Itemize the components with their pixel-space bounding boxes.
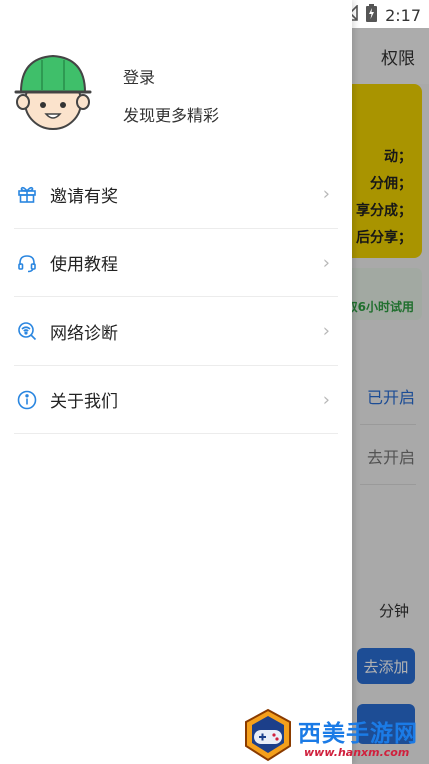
status-time: 2:17	[385, 5, 421, 25]
headset-icon	[16, 252, 38, 274]
menu-label: 使用教程	[50, 255, 118, 276]
drawer-menu: 邀请有奖 › 使用教程 › 网络诊断 › 关于我们 ›	[0, 160, 352, 434]
gamepad-logo-icon	[245, 708, 291, 762]
watermark-name: 西美手游网	[298, 721, 418, 747]
watermark-url: www.hanxm.com	[304, 746, 410, 759]
menu-label: 邀请有奖	[50, 186, 118, 207]
menu-item-about[interactable]: 关于我们 ›	[0, 366, 352, 435]
gift-icon	[16, 183, 38, 205]
chevron-right-icon: ›	[322, 320, 330, 342]
watermark-logo: 西美手游网 www.hanxm.com	[240, 708, 426, 762]
user-subtitle: 发现更多精彩	[123, 106, 220, 125]
login-link[interactable]: 登录	[123, 64, 155, 88]
menu-label: 关于我们	[50, 392, 118, 413]
chevron-right-icon: ›	[322, 183, 330, 205]
battery-charging-icon	[366, 4, 378, 26]
navigation-drawer: 登录 发现更多精彩 邀请有奖 › 使用教程 › 网络诊断 › 关于我们 ›	[0, 0, 352, 764]
menu-label: 网络诊断	[50, 323, 118, 344]
menu-item-network-diagnosis[interactable]: 网络诊断 ›	[0, 297, 352, 366]
chevron-right-icon: ›	[322, 389, 330, 411]
info-icon	[16, 389, 38, 411]
chevron-right-icon: ›	[322, 252, 330, 274]
menu-item-tutorial[interactable]: 使用教程 ›	[0, 229, 352, 298]
menu-item-invite[interactable]: 邀请有奖 ›	[0, 160, 352, 229]
avatar[interactable]	[12, 52, 94, 134]
network-search-icon	[16, 320, 38, 342]
